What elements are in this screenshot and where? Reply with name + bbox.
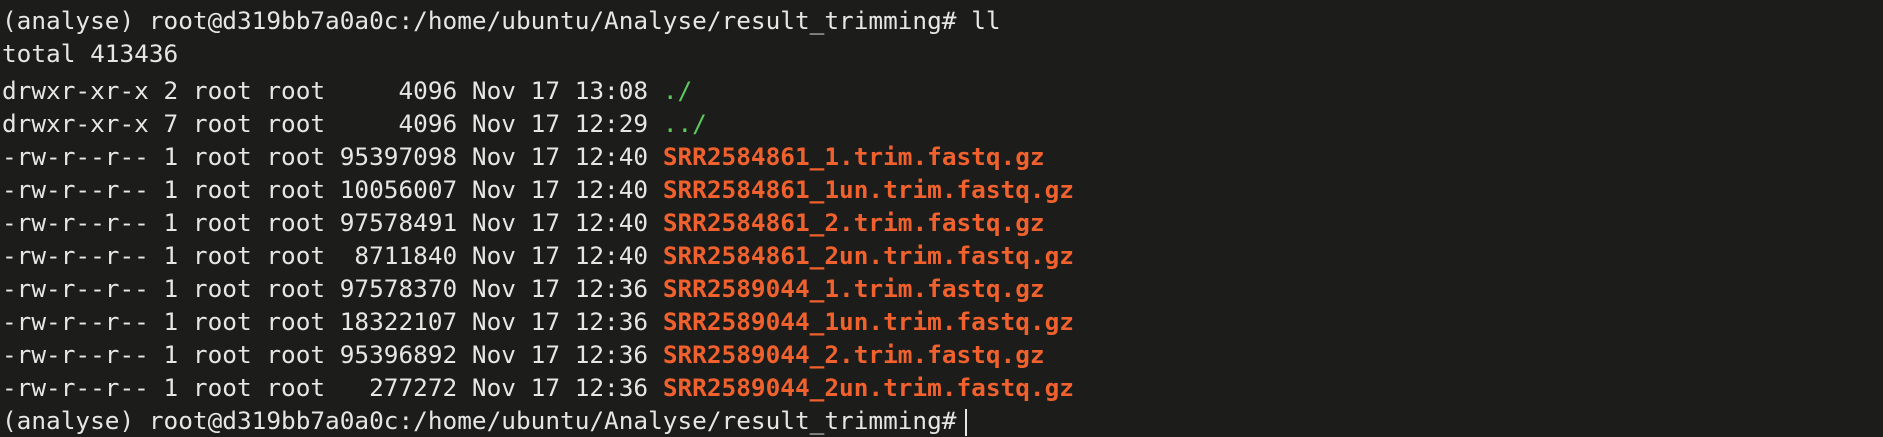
file-entry-row: -rw-r--r-- 1 root root 97578370 Nov 17 1… bbox=[2, 272, 1883, 305]
file-entry-row: -rw-r--r-- 1 root root 95396892 Nov 17 1… bbox=[2, 338, 1883, 371]
file-entry-row: drwxr-xr-x 2 root root 4096 Nov 17 13:08… bbox=[2, 74, 1883, 107]
file-entry-row: -rw-r--r-- 1 root root 277272 Nov 17 12:… bbox=[2, 371, 1883, 404]
archive-file-name: SRR2589044_1un.trim.fastq.gz bbox=[662, 307, 1074, 336]
text-cursor bbox=[964, 408, 967, 436]
file-entry-row: -rw-r--r-- 1 root root 18322107 Nov 17 1… bbox=[2, 305, 1883, 338]
archive-file-name: SRR2589044_2un.trim.fastq.gz bbox=[662, 373, 1074, 402]
directory-name: ./ bbox=[662, 76, 693, 105]
file-entry-row: -rw-r--r-- 1 root root 95397098 Nov 17 1… bbox=[2, 140, 1883, 173]
file-metadata: -rw-r--r-- 1 root root 97578370 Nov 17 1… bbox=[2, 274, 663, 303]
command-text: ll bbox=[971, 6, 1001, 35]
archive-file-name: SRR2584861_1.trim.fastq.gz bbox=[662, 142, 1045, 171]
directory-name: ../ bbox=[662, 109, 707, 138]
file-metadata: -rw-r--r-- 1 root root 277272 Nov 17 12:… bbox=[2, 373, 663, 402]
shell-prompt: (analyse) root@d319bb7a0a0c:/home/ubuntu… bbox=[2, 406, 957, 435]
file-listing: drwxr-xr-x 2 root root 4096 Nov 17 13:08… bbox=[2, 74, 1883, 404]
shell-prompt: (analyse) root@d319bb7a0a0c:/home/ubuntu… bbox=[2, 6, 957, 35]
file-metadata: drwxr-xr-x 7 root root 4096 Nov 17 12:29 bbox=[2, 109, 663, 138]
archive-file-name: SRR2584861_2un.trim.fastq.gz bbox=[662, 241, 1074, 270]
file-metadata: -rw-r--r-- 1 root root 8711840 Nov 17 12… bbox=[2, 241, 663, 270]
archive-file-name: SRR2589044_2.trim.fastq.gz bbox=[662, 340, 1045, 369]
file-metadata: -rw-r--r-- 1 root root 10056007 Nov 17 1… bbox=[2, 175, 663, 204]
terminal-window[interactable]: (analyse) root@d319bb7a0a0c:/home/ubuntu… bbox=[0, 0, 1883, 437]
file-metadata: -rw-r--r-- 1 root root 95397098 Nov 17 1… bbox=[2, 142, 663, 171]
archive-file-name: SRR2584861_1un.trim.fastq.gz bbox=[662, 175, 1074, 204]
active-prompt-line[interactable]: (analyse) root@d319bb7a0a0c:/home/ubuntu… bbox=[2, 404, 1883, 437]
file-entry-row: -rw-r--r-- 1 root root 97578491 Nov 17 1… bbox=[2, 206, 1883, 239]
file-entry-row: drwxr-xr-x 7 root root 4096 Nov 17 12:29… bbox=[2, 107, 1883, 140]
archive-file-name: SRR2589044_1.trim.fastq.gz bbox=[662, 274, 1045, 303]
file-metadata: drwxr-xr-x 2 root root 4096 Nov 17 13:08 bbox=[2, 76, 663, 105]
total-line: total 413436 bbox=[2, 39, 179, 68]
command-line: (analyse) root@d319bb7a0a0c:/home/ubuntu… bbox=[2, 4, 1883, 37]
file-entry-row: -rw-r--r-- 1 root root 10056007 Nov 17 1… bbox=[2, 173, 1883, 206]
archive-file-name: SRR2584861_2.trim.fastq.gz bbox=[662, 208, 1045, 237]
file-metadata: -rw-r--r-- 1 root root 95396892 Nov 17 1… bbox=[2, 340, 663, 369]
file-metadata: -rw-r--r-- 1 root root 97578491 Nov 17 1… bbox=[2, 208, 663, 237]
file-metadata: -rw-r--r-- 1 root root 18322107 Nov 17 1… bbox=[2, 307, 663, 336]
file-entry-row: -rw-r--r-- 1 root root 8711840 Nov 17 12… bbox=[2, 239, 1883, 272]
